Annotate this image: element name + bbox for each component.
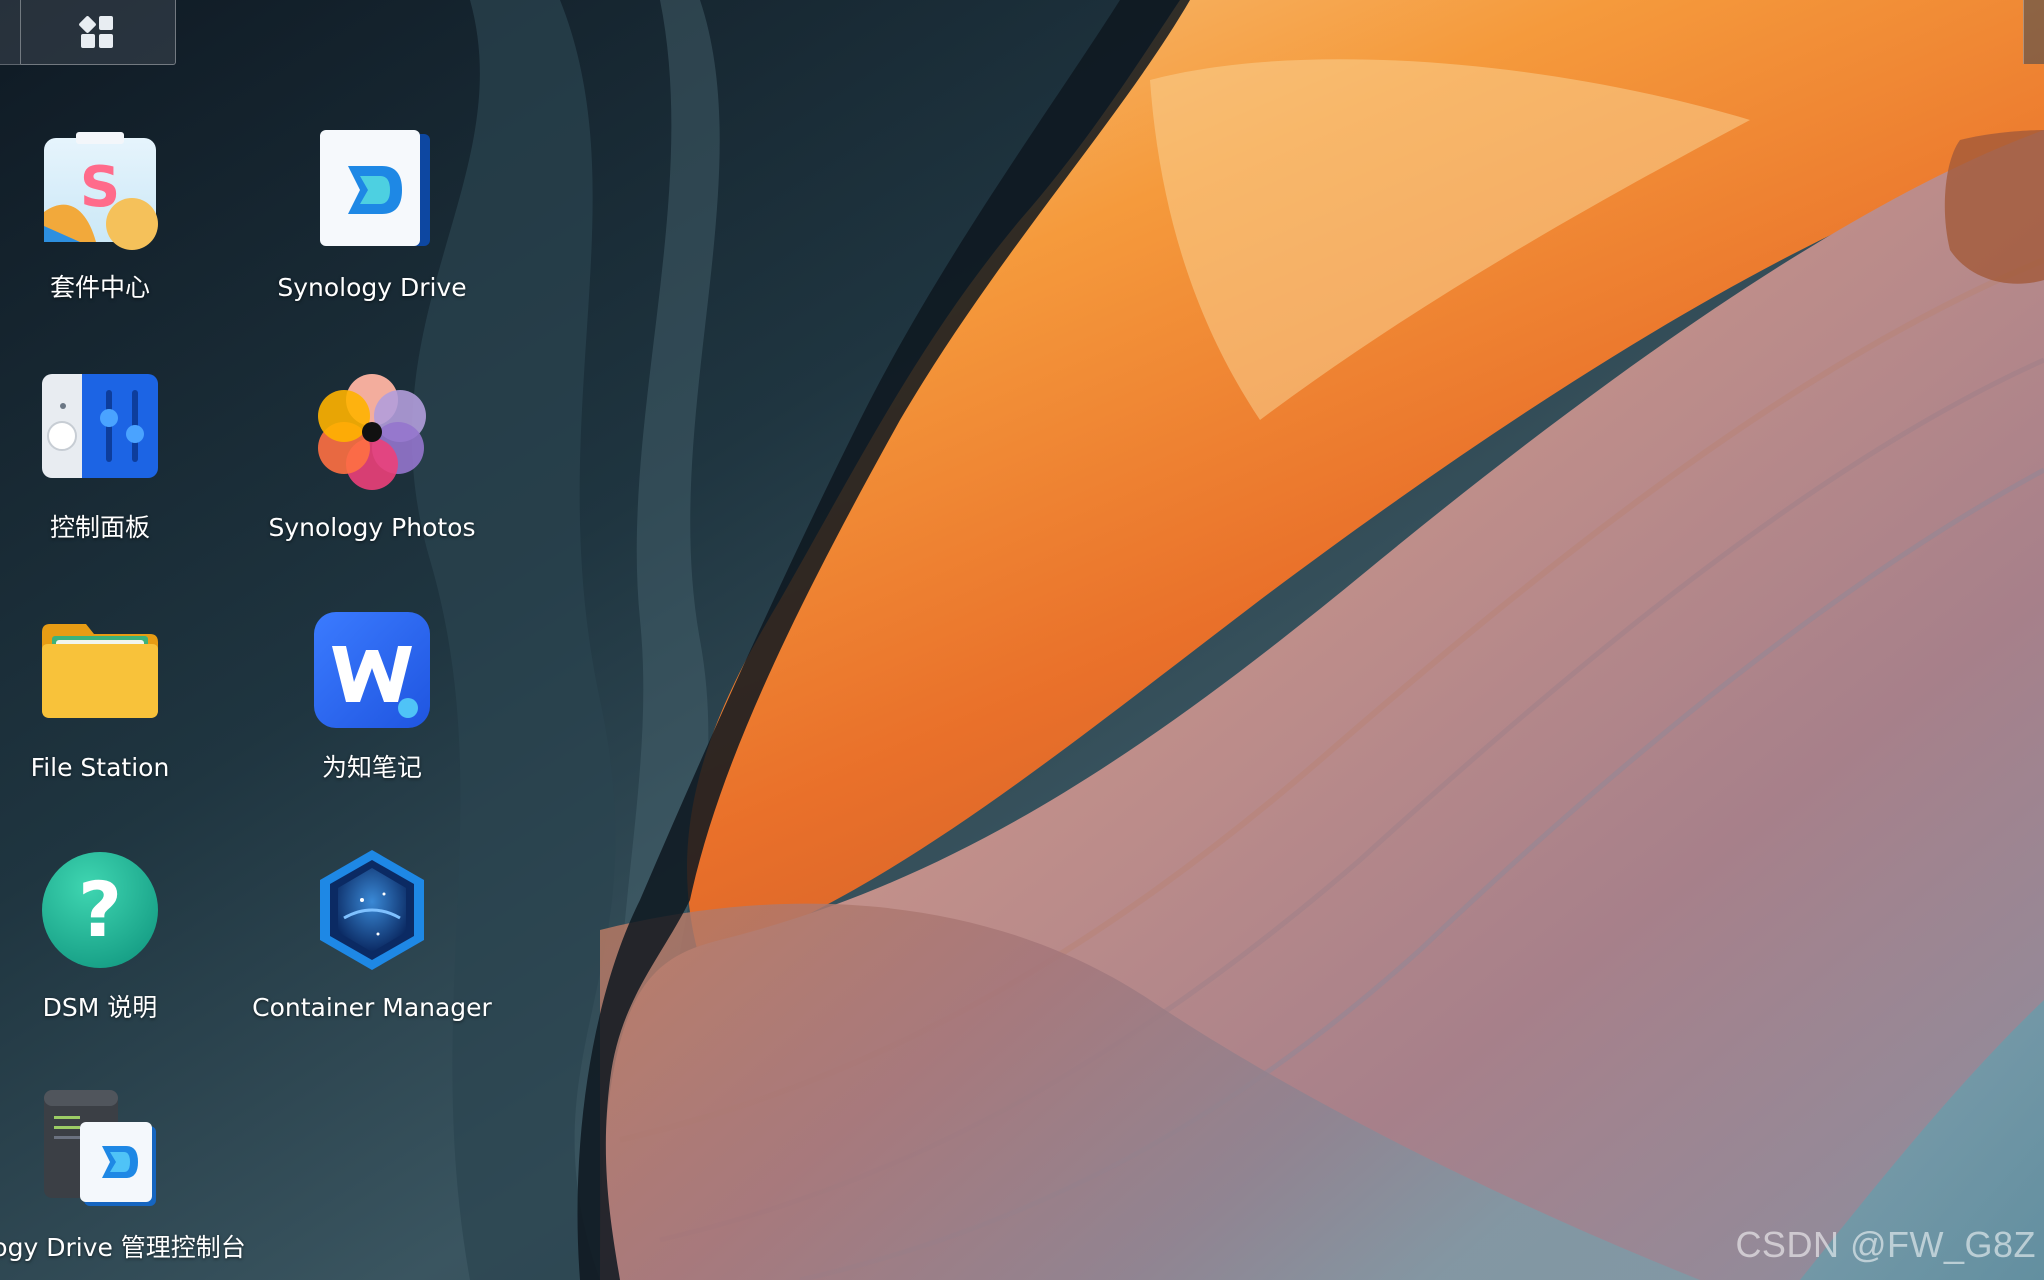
main-menu-button[interactable] (21, 0, 176, 65)
shortcut-label: Synology Photos (268, 513, 476, 542)
dsm-help-icon: ? (42, 852, 158, 968)
shortcut-wiznote[interactable]: 为知笔记 (236, 606, 508, 846)
shortcut-label: File Station (30, 753, 170, 782)
shortcut-label: Synology Drive (277, 273, 467, 302)
shortcut-label: DSM 说明 (42, 993, 158, 1022)
container-manager-icon (320, 850, 424, 970)
package-center-icon: S (44, 132, 158, 250)
shortcut-file-station[interactable]: File Station (0, 606, 236, 846)
shortcut-label: Container Manager (252, 993, 492, 1022)
shortcut-container-manager[interactable]: Container Manager (236, 846, 508, 1086)
shortcut-dsm-help[interactable]: ? DSM 说明 (0, 846, 236, 1086)
wiznote-icon (314, 612, 430, 728)
control-panel-icon (42, 374, 158, 478)
shortcut-label: 套件中心 (49, 273, 150, 302)
synology-drive-admin-icon (44, 1090, 156, 1206)
grid-apps-icon (79, 16, 113, 48)
shortcut-synology-drive[interactable]: Synology Drive (236, 126, 508, 366)
synology-drive-icon (320, 130, 430, 246)
file-station-icon (42, 624, 158, 718)
taskbar-right-edge (2023, 0, 2044, 64)
shortcut-control-panel[interactable]: 控制面板 (0, 366, 236, 606)
shortcut-label: 控制面板 (49, 513, 150, 542)
synology-photos-icon (318, 374, 426, 490)
shortcut-synology-drive-admin[interactable]: nology Drive 管理控制台 (0, 1086, 246, 1280)
watermark-text: CSDN @FW_G8Z (1735, 1224, 2036, 1265)
svg-text:?: ? (78, 865, 122, 954)
shortcut-label: 为知笔记 (321, 753, 422, 782)
shortcut-synology-photos[interactable]: Synology Photos (236, 366, 508, 606)
shortcut-label: nology Drive 管理控制台 (0, 1233, 246, 1262)
svg-text:S: S (80, 155, 120, 220)
shortcut-package-center[interactable]: S 套件中心 (0, 126, 236, 366)
taskbar-edge (0, 0, 21, 65)
desktop[interactable]: S 套件中心 控制面板 File Station ? DSM 说明 gy Dri… (0, 0, 2044, 1280)
